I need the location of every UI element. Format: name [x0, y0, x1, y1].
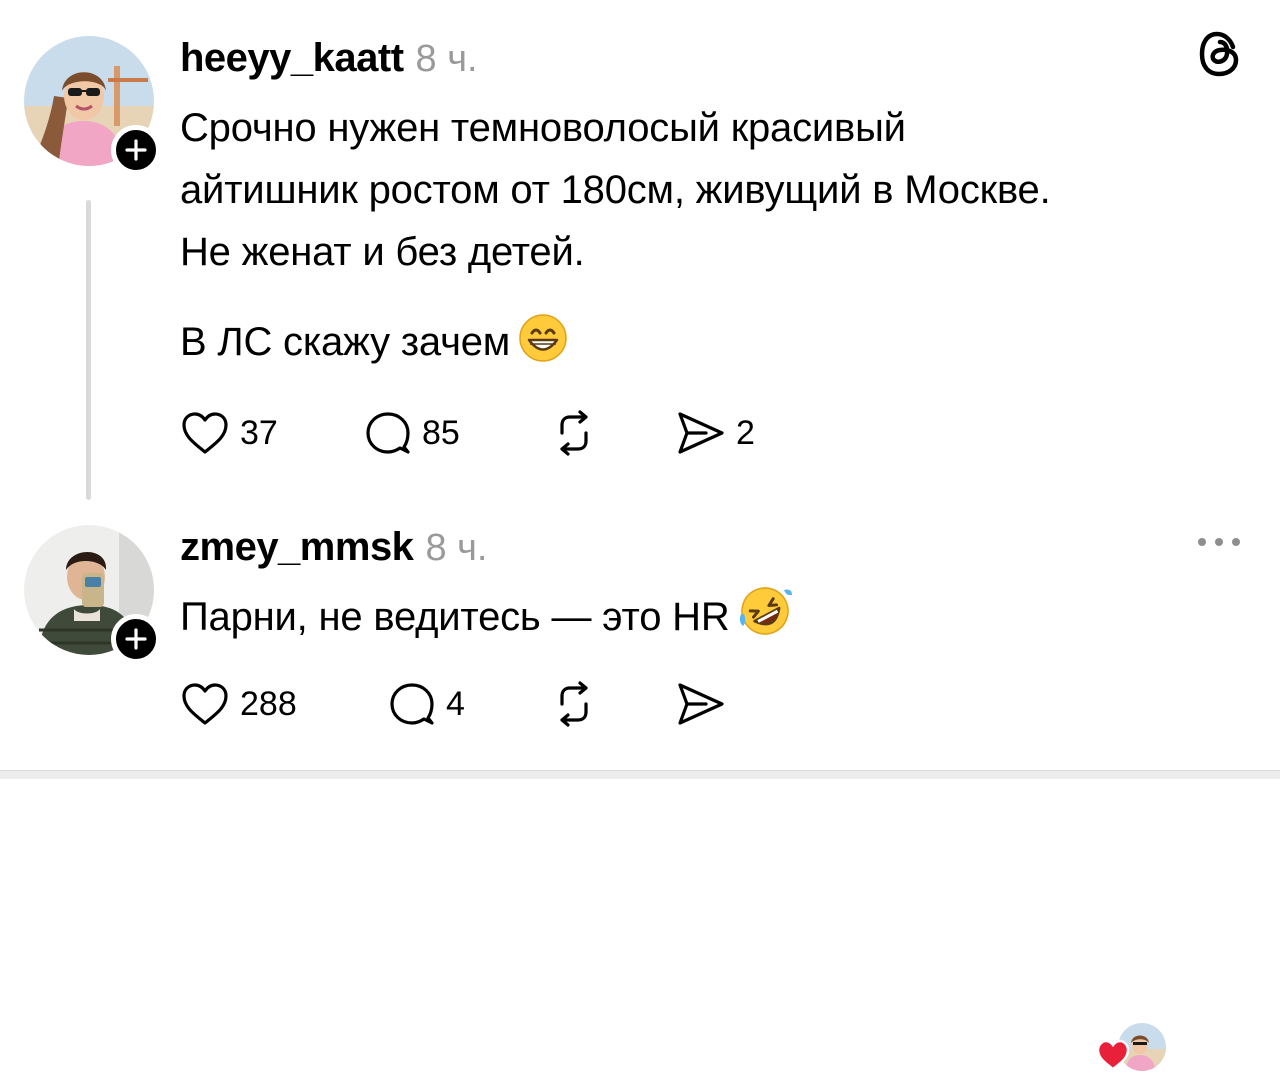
repost-button[interactable] [550, 680, 676, 728]
speech-bubble-icon [366, 412, 410, 454]
comment-button[interactable]: 4 [388, 680, 550, 728]
share-count: 2 [736, 413, 755, 452]
speech-bubble-icon [390, 683, 434, 725]
like-count: 288 [240, 684, 297, 723]
follow-button-zmey-mmsk[interactable] [111, 614, 161, 664]
post-text-line-1: Парни, не ведитесь — это HR [180, 595, 730, 639]
timestamp: 8 ч. [425, 527, 488, 569]
post-actions: 37 85 2 [180, 408, 755, 458]
repost-button[interactable] [550, 409, 676, 457]
plus-icon [125, 139, 147, 161]
repost-arrows-icon [560, 410, 588, 456]
heart-outline-icon [182, 683, 228, 725]
post-text-line-4: В ЛС скажу зачем [180, 320, 511, 364]
repost-arrows-icon [560, 681, 588, 727]
username[interactable]: zmey_mmsk [180, 527, 414, 567]
share-button[interactable] [676, 681, 736, 727]
post-text: Парни, не ведитесь — это HR [180, 584, 792, 656]
post-header: heeyy_kaatt 8 ч. [180, 38, 478, 78]
post-zmey-mmsk: zmey_mmsk 8 ч. Парни, не ведитесь — это … [0, 505, 1280, 1071]
post-text-line-2: айтишник ростом от 180см, живущий в Моск… [180, 168, 1051, 212]
more-options-ellipsis-icon[interactable] [1196, 535, 1242, 553]
like-count: 37 [240, 413, 278, 452]
comment-count: 4 [446, 684, 465, 723]
share-button[interactable]: 2 [676, 410, 755, 456]
post-text: Срочно нужен темноволосый красивый айтиш… [180, 97, 1051, 283]
send-arrow-icon [678, 683, 724, 725]
heart-outline-icon [182, 412, 228, 454]
timestamp: 8 ч. [415, 38, 478, 80]
post-header: zmey_mmsk 8 ч. [180, 527, 487, 567]
username[interactable]: heeyy_kaatt [180, 38, 404, 78]
post-text-paragraph-2: В ЛС скажу зачем [180, 311, 568, 381]
thread-connector-line [86, 200, 91, 500]
follow-button-heeyy-kaatt[interactable] [111, 125, 161, 175]
comment-button[interactable]: 85 [364, 409, 550, 457]
grinning-face-emoji-icon [518, 313, 568, 381]
post-text-line-1: Срочно нужен темноволосый красивый [180, 106, 906, 150]
heart-filled-icon [1096, 1039, 1130, 1071]
author-liked-indicator[interactable] [1096, 1023, 1170, 1077]
post-text-line-3: Не женат и без детей. [180, 230, 585, 274]
plus-icon [125, 628, 147, 650]
comment-count: 85 [422, 413, 460, 452]
threads-logo-icon[interactable] [1198, 30, 1242, 83]
post-actions: 288 4 [180, 679, 736, 729]
rolling-on-floor-laughing-emoji-icon [738, 584, 792, 656]
post-heeyy-kaatt: heeyy_kaatt 8 ч. Срочно нужен темноволос… [0, 0, 1280, 505]
send-arrow-icon [678, 412, 724, 454]
like-button[interactable]: 37 [180, 410, 364, 456]
like-button[interactable]: 288 [180, 681, 388, 727]
